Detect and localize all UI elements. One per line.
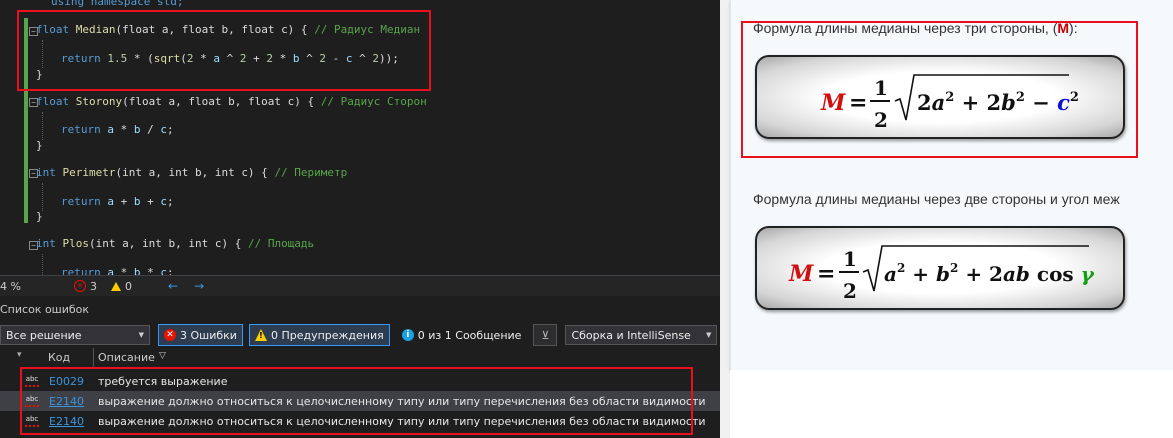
errors-filter-button[interactable]: ✕ 3 Ошибки — [158, 324, 243, 346]
page-background — [730, 370, 1173, 438]
column-header-description[interactable]: Описание — [98, 351, 155, 364]
filter-icon[interactable]: ▾ — [17, 350, 22, 360]
warning-icon: ! — [254, 329, 267, 341]
column-header-code[interactable]: Код — [48, 351, 70, 364]
sort-descending-icon: ▽ — [159, 351, 166, 361]
error-icon: ✕ — [164, 329, 176, 341]
web-article-panel: Формула длины медианы через три стороны,… — [730, 0, 1173, 371]
code-line-storony-return: return a * b / c; — [61, 123, 174, 136]
closing-brace: } — [36, 139, 43, 152]
error-count-indicator[interactable]: ✕ 3 — [74, 280, 97, 293]
svg-text:1: 1 — [843, 247, 857, 271]
svg-text:=: = — [817, 261, 835, 287]
median-formula-two-sides-angle: M = 1 2 a2 + b2 + 2ab cos γ — [788, 245, 1095, 303]
closing-brace: } — [36, 210, 43, 223]
code-line-storony-signature: float Storony(float a, float b, float c)… — [36, 95, 427, 108]
svg-text:2: 2 — [843, 279, 857, 303]
navigate-back-icon[interactable]: ← — [168, 279, 178, 293]
highlight-box-formula — [741, 21, 1138, 158]
pane-divider — [720, 0, 730, 438]
error-list-header: ▾ Код Описание ▽ — [0, 348, 720, 368]
warning-count-indicator[interactable]: 0 — [111, 280, 132, 293]
filter-icon: ⊻ — [541, 328, 550, 342]
formula2-caption: Формула длины медианы через две стороны … — [753, 191, 1120, 207]
indent-guide — [42, 254, 43, 275]
indent-guide — [42, 112, 43, 140]
code-line-perimetr-signature: int Perimetr(int a, int b, int c) { // П… — [36, 166, 348, 179]
visual-studio-window: using namespace std; − float Median(floa… — [0, 0, 720, 438]
navigate-forward-icon[interactable]: → — [194, 279, 204, 293]
svg-text:a2 + b2 + 2ab cos γ: a2 + b2 + 2ab cos γ — [884, 261, 1095, 286]
code-line-plos-signature: int Plos(int a, int b, int c) { // Площа… — [36, 237, 315, 250]
svg-text:M: M — [788, 261, 814, 287]
error-icon: ✕ — [74, 280, 86, 292]
scope-dropdown[interactable]: Все решение ▼ — [0, 325, 150, 345]
code-editor[interactable]: using namespace std; − float Median(floa… — [0, 0, 720, 275]
info-icon: i — [401, 329, 414, 341]
chevron-down-icon: ▼ — [138, 331, 144, 339]
error-list-title: Список ошибок — [0, 303, 90, 316]
warnings-filter-button[interactable]: ! 0 Предупреждения — [248, 324, 390, 346]
highlight-box-errors — [20, 367, 693, 435]
build-source-dropdown[interactable]: Сборка и IntelliSense ▼ — [565, 325, 718, 345]
zoom-level[interactable]: 4 % — [0, 280, 60, 293]
code-line-plos-return: return a * b * c; — [61, 266, 174, 275]
editor-status-bar: 4 % ✕ 3 0 ← → — [0, 275, 720, 296]
highlight-box-median-code — [17, 10, 431, 91]
formula2-image: M = 1 2 a2 + b2 + 2ab cos γ — [755, 226, 1125, 310]
code-line-using: using namespace std; — [51, 0, 184, 8]
messages-filter-button[interactable]: i 0 из 1 Сообщение — [396, 324, 528, 346]
code-line-perimetr-return: return a + b + c; — [61, 195, 174, 208]
change-marker — [24, 90, 28, 223]
chevron-down-icon: ▼ — [706, 331, 712, 339]
warning-icon — [111, 281, 121, 291]
filter-button[interactable]: ⊻ — [533, 324, 558, 346]
error-list-toolbar: Все решение ▼ ✕ 3 Ошибки ! 0 Предупрежде… — [0, 322, 720, 348]
indent-guide — [42, 183, 43, 211]
